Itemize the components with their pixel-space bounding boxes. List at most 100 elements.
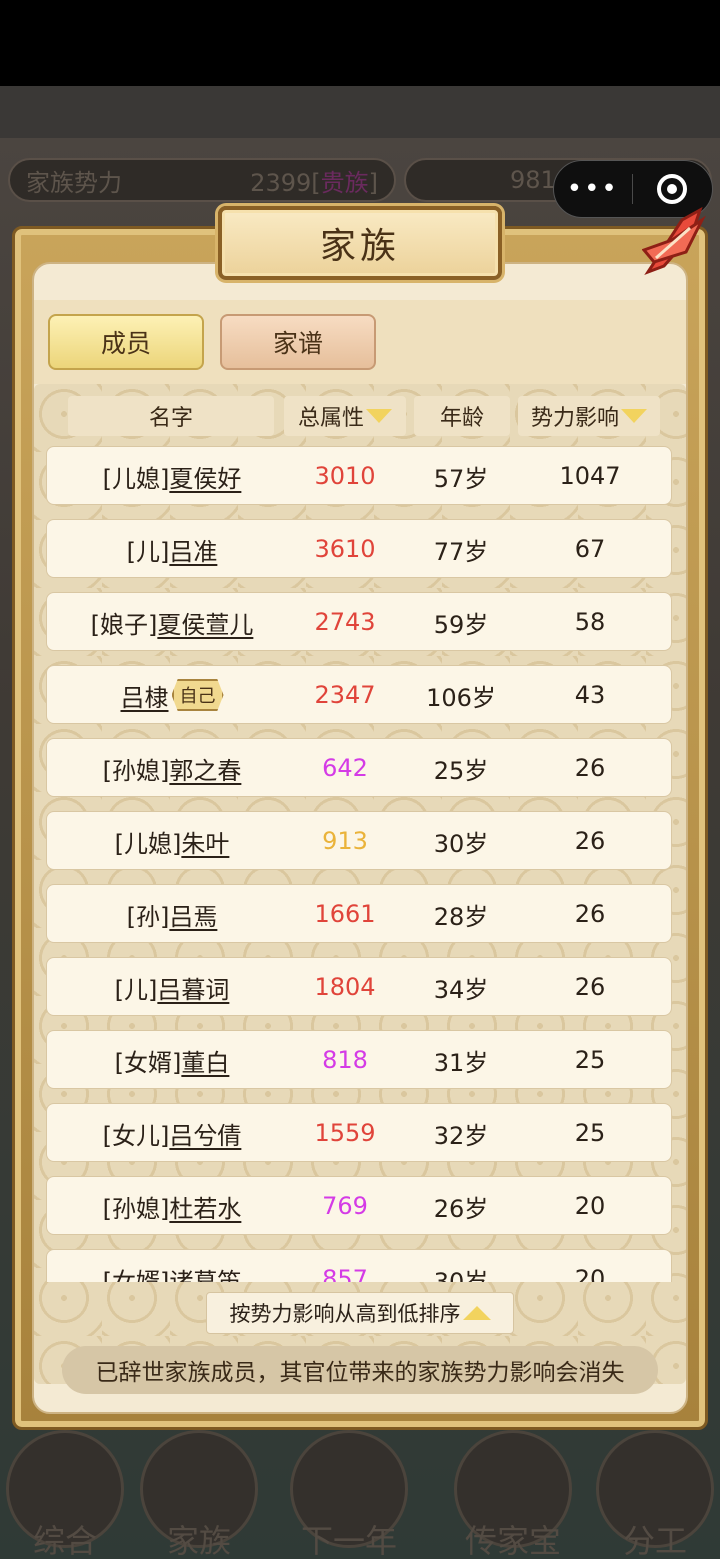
member-name-link[interactable]: 董白: [181, 1043, 229, 1078]
member-list[interactable]: [儿媳] 夏侯好 3010 57岁 1047 [儿] 吕准 3610 77岁 67 [娘子] 夏侯萱儿…: [46, 446, 672, 1282]
member-name-cell: [孙] 吕焉: [47, 885, 297, 943]
member-influence: 20: [574, 1265, 606, 1282]
nav-family-label: 家族: [166, 1522, 231, 1559]
sort-button-label: 按势力影响从高到低排序: [229, 1302, 461, 1326]
member-name-cell: [儿媳] 夏侯好: [47, 447, 297, 505]
member-age: 59岁: [433, 610, 489, 639]
member-row[interactable]: 吕棣 自己 2347 106岁 43: [46, 665, 672, 724]
nav-heirloom-label: 传家宝: [464, 1522, 561, 1559]
more-menu-icon[interactable]: •••: [554, 174, 632, 204]
member-name-link[interactable]: 郭之春: [169, 751, 241, 786]
column-header-age: 年龄: [414, 396, 510, 436]
member-row[interactable]: [孙媳] 杜若水 769 26岁 20: [46, 1176, 672, 1235]
member-attr: 1804: [314, 973, 376, 1001]
sort-by-influence-button[interactable]: 按势力影响从高到低排序: [206, 1292, 514, 1334]
nav-family-button[interactable]: 家族: [134, 1430, 264, 1559]
member-attr: 1559: [314, 1119, 376, 1147]
member-age: 26岁: [433, 1194, 489, 1223]
member-name-cell: [女婿] 诸葛笛: [47, 1250, 297, 1283]
panel-title-plate: 家族: [218, 206, 502, 280]
member-influence: 26: [574, 900, 606, 928]
column-header-influence[interactable]: 势力影响: [518, 396, 660, 436]
member-name-cell: [娘子] 夏侯萱儿: [47, 593, 297, 651]
bottom-nav: 综合 家族 下一年 传家宝 分工: [0, 1430, 720, 1559]
member-name-cell: [孙媳] 杜若水: [47, 1177, 297, 1235]
member-name-link[interactable]: 吕焉: [169, 897, 217, 932]
member-relation: [孙]: [126, 902, 170, 931]
member-row[interactable]: [儿媳] 朱叶 913 30岁 26: [46, 811, 672, 870]
member-relation: [儿]: [114, 975, 158, 1004]
member-age: 34岁: [433, 975, 489, 1004]
member-influence: 1047: [559, 462, 621, 490]
family-influence-label: 家族势力: [26, 168, 122, 197]
status-bar: [0, 0, 720, 86]
member-influence: 25: [574, 1046, 606, 1074]
member-row[interactable]: [娘子] 夏侯萱儿 2743 59岁 58: [46, 592, 672, 651]
member-name-link[interactable]: 吕准: [169, 532, 217, 567]
self-badge: 自己: [171, 679, 224, 711]
member-influence: 26: [574, 973, 606, 1001]
member-age: 32岁: [433, 1121, 489, 1150]
family-influence-value: 2399[贵族]: [250, 168, 378, 197]
tab-family-tree[interactable]: 家谱: [220, 314, 376, 370]
member-age: 30岁: [433, 1267, 489, 1283]
deceased-notice: 已辞世家族成员，其官位带来的家族势力影响会消失: [62, 1346, 658, 1394]
member-name-link[interactable]: 诸葛笛: [169, 1262, 241, 1283]
tab-family-tree-label: 家谱: [272, 329, 323, 358]
sort-up-icon: [462, 1306, 491, 1320]
member-name-link[interactable]: 夏侯萱儿: [157, 605, 253, 640]
member-age: 25岁: [433, 756, 489, 785]
member-relation: [女婿]: [114, 1048, 182, 1077]
member-row[interactable]: [儿] 吕准 3610 77岁 67: [46, 519, 672, 578]
member-name-link[interactable]: 吕兮倩: [169, 1116, 241, 1151]
member-name-link[interactable]: 朱叶: [181, 824, 229, 859]
member-relation: [儿媳]: [114, 829, 182, 858]
nav-next-year-label: 下一年: [300, 1522, 397, 1559]
member-name-cell: [儿] 吕暮词: [47, 958, 297, 1016]
nav-overview-button[interactable]: 综合: [0, 1430, 130, 1559]
member-name-cell: [儿媳] 朱叶: [47, 812, 297, 870]
sort-down-icon: [366, 409, 392, 423]
member-name-link[interactable]: 夏侯好: [169, 459, 241, 494]
column-header-attr[interactable]: 总属性: [284, 396, 406, 436]
member-row[interactable]: [女儿] 吕兮倩 1559 32岁 25: [46, 1103, 672, 1162]
member-influence: 43: [574, 681, 606, 709]
member-relation: [儿媳]: [102, 464, 170, 493]
member-relation: [孙媳]: [102, 756, 170, 785]
member-attr: 913: [322, 827, 368, 855]
family-rank: 贵族: [320, 168, 369, 197]
member-age: 57岁: [433, 464, 489, 493]
nav-heirloom-button[interactable]: 传家宝: [448, 1430, 578, 1559]
nav-next-year-button[interactable]: 下一年: [284, 1430, 414, 1559]
member-relation: [儿]: [126, 537, 170, 566]
member-age: 106岁: [426, 683, 496, 712]
member-influence: 26: [574, 827, 606, 855]
member-name-cell: 吕棣 自己: [47, 666, 297, 724]
close-panel-icon[interactable]: [642, 206, 708, 278]
member-row[interactable]: [儿媳] 夏侯好 3010 57岁 1047: [46, 446, 672, 505]
nav-division-button[interactable]: 分工: [590, 1430, 720, 1559]
tab-members[interactable]: 成员: [48, 314, 204, 370]
member-row[interactable]: [孙] 吕焉 1661 28岁 26: [46, 884, 672, 943]
close-mini-program-button[interactable]: [633, 174, 713, 204]
member-name-cell: [孙媳] 郭之春: [47, 739, 297, 797]
member-row[interactable]: [女婿] 董白 818 31岁 25: [46, 1030, 672, 1089]
member-attr: 769: [322, 1192, 368, 1220]
member-name-link[interactable]: 吕暮词: [157, 970, 229, 1005]
member-attr: 3610: [314, 535, 376, 563]
member-row[interactable]: [儿] 吕暮词 1804 34岁 26: [46, 957, 672, 1016]
member-relation: [女婿]: [102, 1267, 170, 1283]
member-attr: 2347: [314, 681, 376, 709]
member-row[interactable]: [孙媳] 郭之春 642 25岁 26: [46, 738, 672, 797]
member-attr: 2743: [314, 608, 376, 636]
member-age: 31岁: [433, 1048, 489, 1077]
panel-title: 家族: [319, 226, 400, 267]
nav-overview-label: 综合: [32, 1522, 97, 1559]
member-name-link[interactable]: 杜若水: [169, 1189, 241, 1224]
member-relation: [娘子]: [90, 610, 158, 639]
member-name-link[interactable]: 吕棣: [121, 678, 169, 713]
member-influence: 25: [574, 1119, 606, 1147]
member-attr: 1661: [314, 900, 376, 928]
member-row[interactable]: [女婿] 诸葛笛 857 30岁 20: [46, 1249, 672, 1282]
member-influence: 20: [574, 1192, 606, 1220]
